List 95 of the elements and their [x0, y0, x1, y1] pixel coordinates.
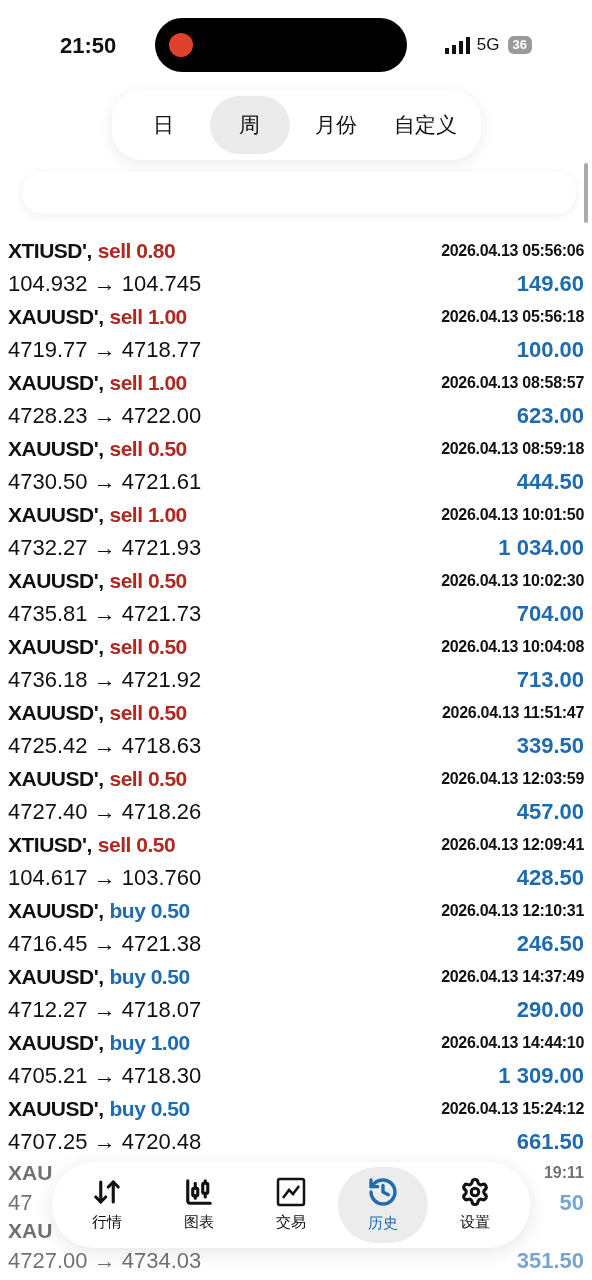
battery-indicator: 36	[507, 36, 532, 54]
profit-value: 704.00	[516, 599, 584, 628]
deal-time: 2026.04.13 10:01:50	[441, 505, 584, 525]
profit-value: 100.00	[516, 335, 584, 364]
order-label: sell 1.00	[109, 304, 187, 331]
order-label: buy 0.50	[109, 1096, 190, 1123]
order-label: buy 1.00	[109, 1030, 190, 1057]
symbol-label: XTIUSD',	[8, 832, 92, 859]
price-range: 4716.45 → 4721.38	[8, 929, 202, 958]
nav-tab[interactable]: 图表	[154, 1167, 244, 1243]
deal-time: 19:11	[543, 1163, 584, 1183]
nav-tab[interactable]: 行情	[62, 1167, 152, 1243]
order-label: sell 0.50	[109, 568, 187, 595]
order-label: sell 0.80	[97, 238, 176, 265]
price-range: 4725.42 → 4718.63	[8, 731, 202, 760]
profit-value: 339.50	[516, 731, 584, 760]
price-range: 4736.18 → 4721.92	[8, 665, 202, 694]
order-label: buy 0.50	[109, 964, 190, 991]
symbol-label: XAUUSD',	[8, 502, 104, 529]
price-range: 4735.81 → 4721.73	[8, 599, 202, 628]
profit-value: 290.00	[516, 995, 584, 1024]
deal-time: 2026.04.13 12:09:41	[441, 835, 584, 855]
symbol-label: XAUUSD',	[8, 964, 104, 991]
deal-time: 2026.04.13 11:51:47	[442, 703, 584, 723]
order-label: sell 0.50	[109, 700, 187, 727]
deal-time: 2026.04.13 05:56:18	[441, 307, 584, 327]
order-label: sell 0.50	[109, 766, 187, 793]
symbol-label: XAUUSD',	[8, 436, 104, 463]
deal-time: 2026.04.13 08:59:18	[441, 439, 584, 459]
price-range: 4727.40 → 4718.26	[8, 797, 202, 826]
order-label: sell 1.00	[109, 370, 187, 397]
period-tab[interactable]: 周	[209, 96, 290, 154]
deal-time: 2026.04.13 08:58:57	[441, 373, 584, 393]
symbol-label: XAUUSD',	[8, 634, 104, 661]
price-range: 104.932 → 104.745	[8, 269, 202, 298]
price-range: 4730.50 → 4721.61	[8, 467, 202, 496]
price-range: 4732.27 → 4721.93	[8, 533, 202, 562]
deal-time: 2026.04.13 12:10:31	[441, 901, 584, 921]
deal-time: 2026.04.13 15:24:12	[441, 1099, 584, 1119]
profit-value: 457.00	[516, 797, 584, 826]
profit-value: 50	[559, 1188, 584, 1217]
deal-time: 2026.04.13 14:37:49	[441, 967, 584, 987]
price-range: 4705.21 → 4718.30	[8, 1061, 202, 1090]
symbol-label: XAU	[8, 1218, 53, 1245]
clock: 21:50	[60, 31, 117, 60]
price-range: 4712.27 → 4718.07	[8, 995, 202, 1024]
profit-value: 246.50	[516, 929, 584, 958]
price-range: 4728.23 → 4722.00	[8, 401, 202, 430]
symbol-label: XAUUSD',	[8, 1096, 104, 1123]
symbol-label: XAUUSD',	[8, 304, 104, 331]
profit-value: 351.50	[516, 1246, 584, 1275]
price-range: 104.617 → 103.760	[8, 863, 202, 892]
nav-tab[interactable]: 交易	[246, 1167, 336, 1243]
network-label: 5G	[476, 34, 500, 57]
symbol-label: XAUUSD',	[8, 700, 104, 727]
order-label: sell 0.50	[109, 436, 187, 463]
nav-tab[interactable]: 设置	[430, 1167, 520, 1243]
price-range: 4727.00 → 4734.03	[8, 1246, 202, 1275]
symbol-label: XAU	[8, 1160, 53, 1187]
deal-time: 2026.04.13 05:56:06	[441, 241, 584, 261]
symbol-label: XAUUSD',	[8, 766, 104, 793]
symbol-label: XAUUSD',	[8, 568, 104, 595]
symbol-label: XAUUSD',	[8, 370, 104, 397]
order-label: sell 0.50	[97, 832, 176, 859]
deal-time: 2026.04.13 14:44:10	[441, 1033, 584, 1053]
period-tab[interactable]: 日	[123, 96, 204, 154]
settings-icon	[460, 1176, 490, 1207]
deal-time: 2026.04.13 10:02:30	[441, 571, 584, 591]
line-chart-icon	[276, 1176, 306, 1207]
scrollbar	[584, 163, 588, 223]
nav-tab[interactable]: 历史	[338, 1167, 428, 1243]
symbol-label: XAUUSD',	[8, 1030, 104, 1057]
price-range: 4719.77 → 4718.77	[8, 335, 202, 364]
symbol-label: XTIUSD',	[8, 238, 92, 265]
price-range: 4707.25 → 4720.48	[8, 1127, 202, 1156]
profit-value: 661.50	[516, 1127, 584, 1156]
profit-value: 623.00	[516, 401, 584, 430]
period-tab[interactable]: 自定义	[381, 96, 469, 154]
signal-icon	[444, 36, 471, 54]
profit-value: 1 034.00	[498, 533, 584, 562]
period-tab[interactable]: 月份	[295, 96, 376, 154]
history-icon	[367, 1175, 399, 1208]
deal-time: 2026.04.13 12:03:59	[441, 769, 584, 789]
price-range: 47	[8, 1188, 33, 1217]
order-label: sell 1.00	[109, 502, 187, 529]
profit-value: 444.50	[516, 467, 584, 496]
order-label: sell 0.50	[109, 634, 187, 661]
profit-value: 428.50	[516, 863, 584, 892]
symbol-label: XAUUSD',	[8, 898, 104, 925]
candlestick-icon	[184, 1176, 214, 1207]
profit-value: 1 309.00	[498, 1061, 584, 1090]
profit-value: 149.60	[516, 269, 584, 298]
order-label: buy 0.50	[109, 898, 190, 925]
deal-time: 2026.04.13 10:04:08	[441, 637, 584, 657]
profit-value: 713.00	[516, 665, 584, 694]
